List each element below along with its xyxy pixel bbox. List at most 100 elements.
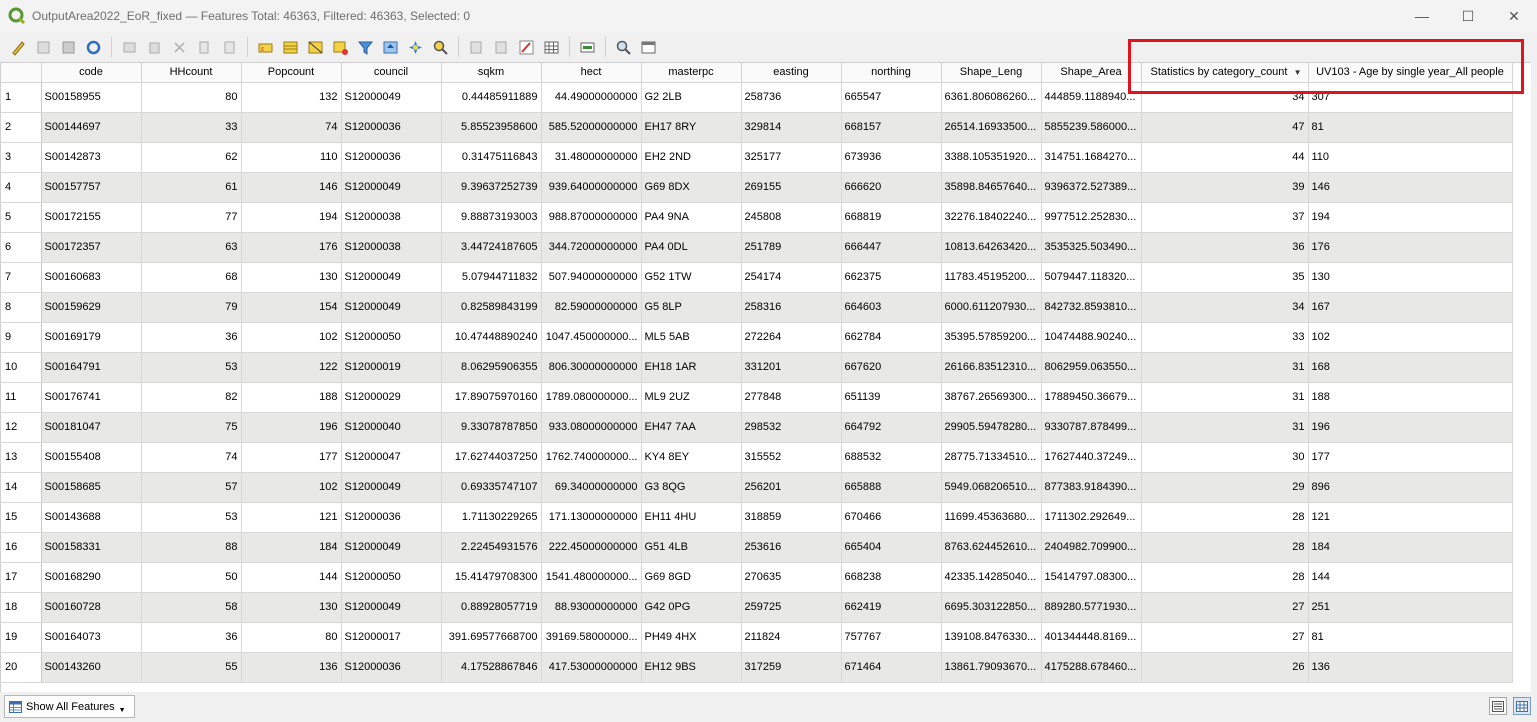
table-cell[interactable]: S00172155 [41,202,142,233]
table-cell[interactable]: 254174 [741,262,842,293]
column-header-uv103[interactable]: UV103 - Age by single year_All people [1308,63,1513,83]
table-cell[interactable]: 665888 [841,472,942,503]
table-cell[interactable]: 10813.64263420... [941,232,1042,263]
table-cell[interactable]: 58 [141,592,242,623]
table-cell[interactable]: 272264 [741,322,842,353]
table-cell[interactable]: 36 [141,322,242,353]
table-cell[interactable]: 933.08000000000 [541,412,642,443]
row-number[interactable]: 2 [1,112,42,143]
table-cell[interactable]: S12000038 [341,202,442,233]
table-cell[interactable]: EH11 4HU [641,502,742,533]
table-cell[interactable]: 670466 [841,502,942,533]
table-cell[interactable]: 668238 [841,562,942,593]
table-cell[interactable]: 32276.18402240... [941,202,1042,233]
row-number[interactable]: 16 [1,532,42,563]
table-cell[interactable]: 344.72000000000 [541,232,642,263]
table-cell[interactable]: 15414797.08300... [1041,562,1142,593]
show-all-features-dropdown[interactable]: Show All Features ▼ [4,695,135,718]
row-number[interactable]: 20 [1,652,42,683]
table-cell[interactable]: 318859 [741,502,842,533]
minimize-button[interactable]: — [1399,0,1445,32]
table-cell[interactable]: 315552 [741,442,842,473]
table-cell[interactable]: 13861.79093670... [941,652,1042,683]
table-cell[interactable]: 664603 [841,292,942,323]
table-cell[interactable]: 5079447.118320... [1041,262,1142,293]
table-cell[interactable]: 0.69335747107 [441,472,542,503]
table-cell[interactable]: 88.93000000000 [541,592,642,623]
table-cell[interactable]: 5.85523958600 [441,112,542,143]
table-cell[interactable]: S00142873 [41,142,142,173]
table-row[interactable]: 9 S00169179 36 102 S12000050 10.47448890240 10… [1,322,1513,353]
table-cell[interactable]: S00143260 [41,652,142,683]
table-cell[interactable]: 132 [241,82,342,113]
table-cell[interactable]: 5.07944711832 [441,262,542,293]
multi-edit-icon[interactable] [31,35,56,59]
save-edits-icon[interactable] [56,35,81,59]
table-cell[interactable]: 258316 [741,292,842,323]
table-cell[interactable]: S12000049 [341,472,442,503]
table-cell[interactable]: 11783.45195200... [941,262,1042,293]
column-header-shape-area[interactable]: Shape_Area [1041,63,1142,83]
table-cell[interactable]: 401344448.8169... [1041,622,1142,653]
table-cell[interactable]: 136 [241,652,342,683]
table-cell[interactable]: S12000050 [341,562,442,593]
table-cell[interactable]: ML5 5AB [641,322,742,353]
table-cell[interactable]: 42335.14285040... [941,562,1042,593]
table-cell[interactable]: 77 [141,202,242,233]
table-cell[interactable]: 28775.71334510... [941,442,1042,473]
table-cell[interactable]: 31.48000000000 [541,142,642,173]
table-cell[interactable]: 31 [1141,412,1309,443]
table-cell[interactable]: 176 [241,232,342,263]
table-cell[interactable]: 3535325.503490... [1041,232,1142,263]
table-cell[interactable]: 31 [1141,352,1309,383]
form-view-button[interactable] [1489,697,1507,715]
table-cell[interactable]: 130 [1308,262,1513,293]
table-cell[interactable]: PH49 4HX [641,622,742,653]
table-cell[interactable]: S12000050 [341,322,442,353]
table-cell[interactable]: 665547 [841,82,942,113]
table-cell[interactable]: 177 [1308,442,1513,473]
table-cell[interactable]: 29 [1141,472,1309,503]
table-cell[interactable]: 28 [1141,532,1309,563]
column-header-northing[interactable]: northing [841,63,942,83]
row-number[interactable]: 14 [1,472,42,503]
table-cell[interactable]: 26 [1141,652,1309,683]
table-cell[interactable]: 325177 [741,142,842,173]
table-cell[interactable]: 55 [141,652,242,683]
table-cell[interactable]: 251 [1308,592,1513,623]
table-cell[interactable]: G3 8QG [641,472,742,503]
table-cell[interactable]: 81 [1308,112,1513,143]
table-cell[interactable]: 1789.080000000... [541,382,642,413]
table-cell[interactable]: 4.17528867846 [441,652,542,683]
table-cell[interactable]: 121 [1308,502,1513,533]
table-cell[interactable]: 245808 [741,202,842,233]
table-cell[interactable]: 17.62744037250 [441,442,542,473]
table-cell[interactable]: 806.30000000000 [541,352,642,383]
table-cell[interactable]: 668157 [841,112,942,143]
table-cell[interactable]: 82 [141,382,242,413]
table-cell[interactable]: 0.44485911889 [441,82,542,113]
table-cell[interactable]: 74 [141,442,242,473]
table-row[interactable]: 16 S00158331 88 184 S12000049 2.22454931576 22… [1,532,1513,563]
table-cell[interactable]: EH17 8RY [641,112,742,143]
table-cell[interactable]: 35395.57859200... [941,322,1042,353]
row-number-header[interactable] [1,63,42,83]
table-cell[interactable]: 988.87000000000 [541,202,642,233]
table-cell[interactable]: 39169.58000000... [541,622,642,653]
table-row[interactable]: 18 S00160728 58 130 S12000049 0.88928057719 88… [1,592,1513,623]
table-cell[interactable]: S00155408 [41,442,142,473]
table-cell[interactable]: 47 [1141,112,1309,143]
table-cell[interactable]: S12000049 [341,532,442,563]
table-cell[interactable]: 88 [141,532,242,563]
row-number[interactable]: 19 [1,622,42,653]
table-cell[interactable]: 585.52000000000 [541,112,642,143]
table-cell[interactable]: 80 [141,82,242,113]
table-cell[interactable]: 17889450.36679... [1041,382,1142,413]
table-cell[interactable]: 144 [1308,562,1513,593]
table-cell[interactable]: G42 0PG [641,592,742,623]
table-cell[interactable]: 842732.8593810... [1041,292,1142,323]
table-cell[interactable]: 27 [1141,592,1309,623]
table-row[interactable]: 12 S00181047 75 196 S12000040 9.33078787850 93… [1,412,1513,443]
table-cell[interactable]: 6000.611207930... [941,292,1042,323]
dock-icon[interactable] [636,35,661,59]
